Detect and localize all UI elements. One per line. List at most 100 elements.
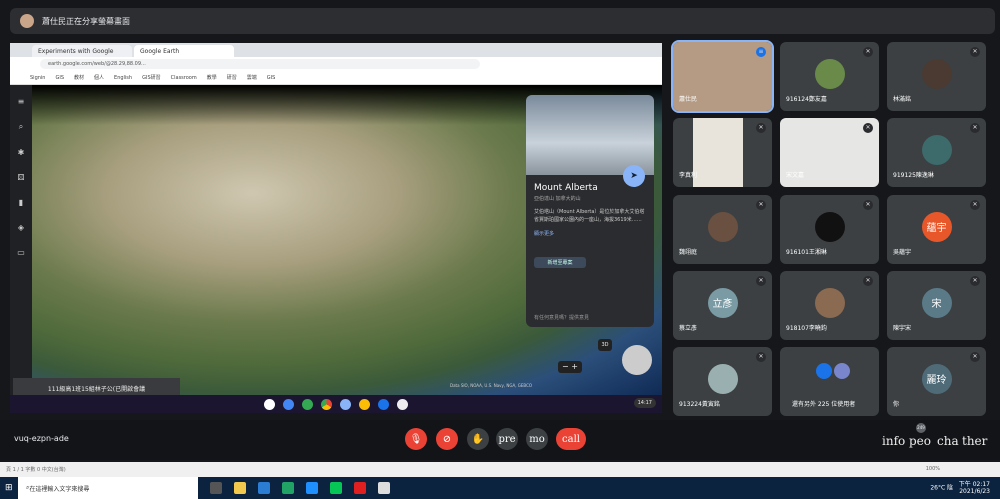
address-bar: earth.google.com/web/@28.29,88.09... xyxy=(10,57,662,71)
line-icon[interactable] xyxy=(330,482,342,494)
app-icon[interactable] xyxy=(378,482,390,494)
bookmark[interactable]: 研習 xyxy=(227,74,237,81)
3d-toggle[interactable]: 3D xyxy=(598,339,612,351)
participant-tile[interactable]: ✕ 宋文嘉 xyxy=(780,118,879,187)
clock-date[interactable]: 2021/6/23 xyxy=(959,488,990,495)
participant-tile[interactable]: 立彥✕蔡立彥 xyxy=(673,271,772,340)
bookmark[interactable]: Signin xyxy=(30,75,45,81)
edge-icon[interactable] xyxy=(306,482,318,494)
mic-muted-icon: ✕ xyxy=(756,200,766,210)
participant-avatar xyxy=(922,59,952,89)
tab-experiments[interactable]: Experiments with Google xyxy=(32,45,132,57)
leave-call-button[interactable]: call xyxy=(556,428,586,450)
participant-tile[interactable]: 麗玲✕你 xyxy=(887,347,986,416)
word-icon[interactable] xyxy=(258,482,270,494)
settings-icon[interactable] xyxy=(340,399,351,410)
participant-tile[interactable]: 還有另外 225 位使用者 xyxy=(780,347,879,416)
voyager-icon[interactable]: ✱ xyxy=(18,148,25,157)
participant-avatar xyxy=(815,288,845,318)
add-to-project-button[interactable]: 新增至專案 xyxy=(534,257,586,268)
bookmark[interactable]: GIS xyxy=(55,75,64,81)
pegman-view[interactable] xyxy=(622,345,652,375)
gmail-icon[interactable] xyxy=(264,399,275,410)
search-icon[interactable]: ⌕ xyxy=(19,122,23,132)
mic-muted-icon: ✕ xyxy=(863,123,873,133)
banner-text: 蕭仕民正在分享螢幕畫面 xyxy=(42,16,130,27)
participant-name: 916124鄭友嘉 xyxy=(786,94,827,103)
taskbar-search-input[interactable]: ⌕ 在這裡輸入文字來搜尋 xyxy=(18,477,198,499)
docs-icon[interactable] xyxy=(283,399,294,410)
participant-tile[interactable]: ✕ 916124鄭友嘉 xyxy=(780,42,879,111)
participant-avatar xyxy=(708,364,738,394)
participant-tile[interactable]: ✕913224黃寅銘 xyxy=(673,347,772,416)
mic-muted-icon: ✕ xyxy=(970,352,980,362)
participant-tile[interactable]: ✕918107李曉鈞 xyxy=(780,271,879,340)
bookmark[interactable]: Classroom xyxy=(171,75,197,81)
files-icon[interactable] xyxy=(378,399,389,410)
projects-icon[interactable]: ▮ xyxy=(19,198,23,207)
participant-name: 李真利 xyxy=(679,170,697,179)
pdf-icon[interactable] xyxy=(354,482,366,494)
participant-tile[interactable]: 蘊宇✕吳蘊宇 xyxy=(887,195,986,264)
participant-name: 913224黃寅銘 xyxy=(679,399,720,408)
participant-name: 916101王湘琳 xyxy=(786,247,827,256)
participant-name: 宋文嘉 xyxy=(786,170,804,179)
meeting-details-button[interactable]: info xyxy=(882,434,905,448)
participant-avatar: 宋 xyxy=(922,288,952,318)
chat-button[interactable]: cha xyxy=(937,434,959,448)
bookmark[interactable]: 個人 xyxy=(94,74,104,81)
windows-start-icon[interactable]: ⊞ xyxy=(5,483,13,493)
zoom-level[interactable]: 100% xyxy=(926,466,940,472)
bookmark[interactable]: 教材 xyxy=(74,74,84,81)
weather[interactable]: 26°C 陰 xyxy=(930,485,953,492)
measure-icon[interactable]: ▭ xyxy=(17,248,25,257)
menu-icon[interactable]: ≡ xyxy=(18,97,25,106)
people-button[interactable]: peo xyxy=(909,434,931,448)
mic-off-icon[interactable]: 🎙 xyxy=(405,428,427,450)
photos-icon[interactable] xyxy=(397,399,408,410)
participant-name: 918107李曉鈞 xyxy=(786,323,827,332)
url-field[interactable]: earth.google.com/web/@28.29,88.09... xyxy=(40,59,480,69)
mic-muted-icon: ✕ xyxy=(863,47,873,57)
present-button[interactable]: pre xyxy=(496,428,518,450)
system-tray: 26°C 陰 下午 02:17 2021/6/23 xyxy=(930,481,990,495)
activities-button[interactable]: ther xyxy=(962,434,987,448)
camera-off-icon[interactable]: ⊘ xyxy=(436,428,458,450)
more-options-button[interactable]: mo xyxy=(526,428,548,450)
zoom-controls[interactable]: − + xyxy=(558,361,582,373)
shelf-clock[interactable]: 14:17 xyxy=(634,398,656,408)
raise-hand-icon[interactable]: ✋ xyxy=(467,428,489,450)
bookmark[interactable]: 雲端 xyxy=(247,74,257,81)
explorer-icon[interactable] xyxy=(234,482,246,494)
show-more-link[interactable]: 顯示更多 xyxy=(526,230,654,237)
participant-tile[interactable]: ✕ 916101王湘琳 xyxy=(780,195,879,264)
mic-muted-icon: ✕ xyxy=(863,200,873,210)
map-style-icon[interactable]: ◈ xyxy=(18,223,24,232)
bookmark[interactable]: English xyxy=(114,75,132,81)
participant-tile[interactable]: ≡蕭仕民 xyxy=(673,42,772,111)
play-icon[interactable] xyxy=(302,399,313,410)
participant-tile[interactable]: ✕李真利 xyxy=(673,118,772,187)
participant-tile[interactable]: ✕林滿銘 xyxy=(887,42,986,111)
excel-icon[interactable] xyxy=(282,482,294,494)
bookmark[interactable]: GIS xyxy=(267,75,276,81)
fly-to-icon[interactable]: ➤ xyxy=(623,165,645,187)
participant-tile[interactable]: 宋✕陳宇宋 xyxy=(887,271,986,340)
clock-time[interactable]: 下午 02:17 xyxy=(959,481,990,488)
mountain-photo xyxy=(526,95,654,175)
feedback-link[interactable]: 有任何意見嗎？提供意見 xyxy=(534,314,589,321)
word-status-bar: 頁 1 / 1 字數 0 中文(台灣) 100% xyxy=(0,462,1000,477)
participant-avatar xyxy=(922,135,952,165)
participant-tile[interactable]: ✕魏翊庭 xyxy=(673,195,772,264)
bookmark[interactable]: GIS研習 xyxy=(142,74,161,81)
task-view-icon[interactable] xyxy=(210,482,222,494)
tab-google-earth[interactable]: Google Earth xyxy=(134,45,234,57)
participant-tile[interactable]: ✕919125陳逸琳 xyxy=(887,118,986,187)
feeling-lucky-icon[interactable]: ⚄ xyxy=(18,173,25,182)
participant-avatar xyxy=(815,59,845,89)
participant-name: 你 xyxy=(893,399,899,408)
bookmark[interactable]: 教學 xyxy=(207,74,217,81)
chrome-icon[interactable] xyxy=(321,399,332,410)
drive-icon[interactable] xyxy=(359,399,370,410)
participant-avatar xyxy=(708,212,738,242)
